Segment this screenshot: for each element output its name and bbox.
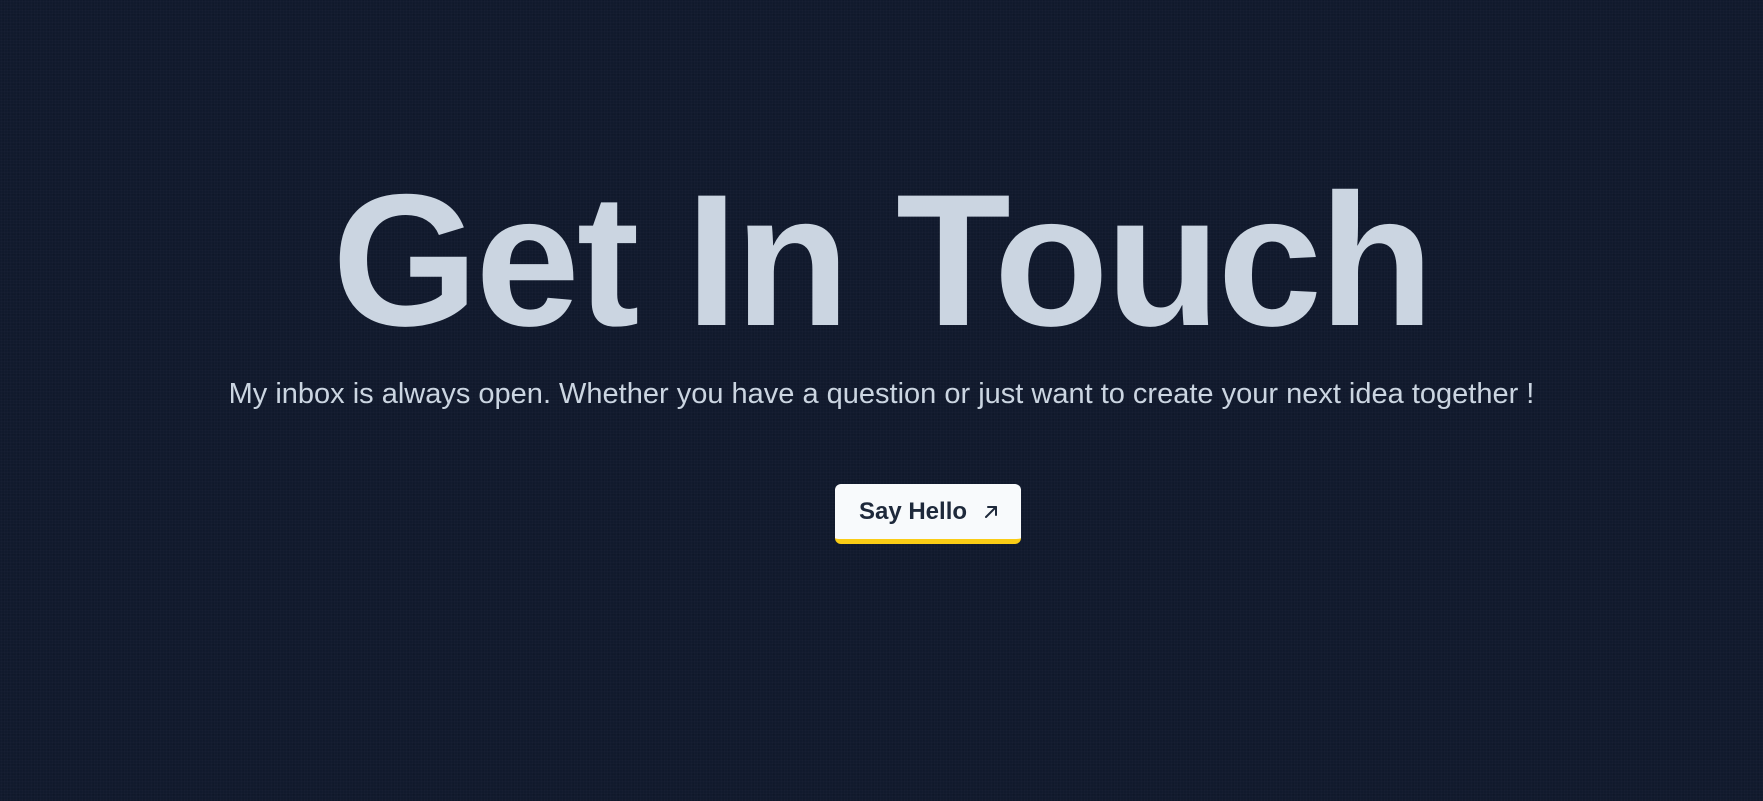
- say-hello-button[interactable]: Say Hello: [835, 484, 1021, 544]
- page-title: Get In Touch: [332, 155, 1434, 365]
- say-hello-label: Say Hello: [858, 497, 968, 525]
- arrow-up-right-icon: [981, 502, 1001, 522]
- contact-section: Get In Touch My inbox is always open. Wh…: [0, 0, 1763, 801]
- subtitle-text: My inbox is always open. Whether you hav…: [228, 378, 1535, 410]
